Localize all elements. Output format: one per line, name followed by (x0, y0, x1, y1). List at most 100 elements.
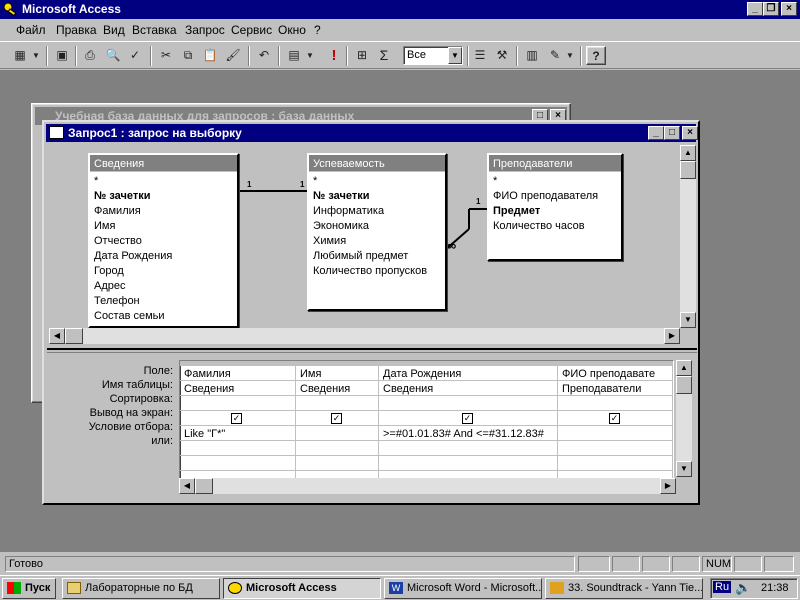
menu-query[interactable]: Запрос (185, 23, 225, 37)
field-khimiya[interactable]: Химия (313, 234, 441, 249)
field-zachetka[interactable]: № зачетки (94, 189, 233, 204)
minimize-button[interactable]: _ (747, 2, 763, 16)
grid-cell[interactable] (296, 427, 378, 441)
query-window-title-bar[interactable]: Запрос1 : запрос на выборку _ □ × (46, 124, 698, 142)
field-all[interactable]: * (493, 174, 617, 189)
new-object-dropdown-icon[interactable]: ▼ (564, 46, 576, 65)
field-ekonomika[interactable]: Экономика (313, 219, 441, 234)
grid-cell[interactable]: Фамилия (180, 367, 295, 381)
grid-row-or[interactable] (180, 442, 673, 456)
table-svedeniya[interactable]: Сведения * № зачетки Фамилия Имя Отчеств… (88, 153, 239, 328)
menu-file[interactable]: Файл (16, 23, 46, 37)
paste-icon[interactable]: 📋 (200, 46, 220, 65)
menu-help[interactable]: ? (314, 23, 321, 37)
help-icon[interactable]: ? (586, 46, 606, 65)
start-button[interactable]: Пуск (2, 578, 56, 599)
field-birth-date[interactable]: Дата Рождения (94, 249, 233, 264)
table-pane-vertical-scrollbar[interactable]: ▲ ▼ (680, 145, 696, 328)
table-prepodavateli[interactable]: Преподаватели * ФИО преподавателя Предме… (487, 153, 623, 261)
save-icon[interactable]: ▣ (52, 46, 72, 65)
design-grid[interactable]: Фамилия Имя Дата Рождения ФИО преподават… (179, 360, 674, 489)
language-indicator[interactable]: Ru (713, 581, 732, 593)
grid-cell[interactable]: Имя (296, 367, 378, 381)
menu-view[interactable]: Вид (103, 23, 125, 37)
table-uspevaemost-header[interactable]: Успеваемость (309, 155, 445, 172)
field-phone[interactable]: Телефон (94, 294, 233, 309)
query-close-button[interactable]: × (682, 126, 698, 140)
show-checkbox[interactable]: ✓ (462, 413, 473, 424)
show-table-icon[interactable]: ⊞ (352, 46, 372, 65)
scroll-right-icon[interactable]: ▶ (660, 478, 676, 494)
grid-cell[interactable]: Сведения (296, 382, 378, 396)
grid-cell[interactable]: Дата Рождения (379, 367, 557, 381)
query-maximize-button[interactable]: □ (664, 126, 680, 140)
task-lab-folder[interactable]: Лабораторные по БД (62, 578, 220, 599)
menu-edit[interactable]: Правка (56, 23, 97, 37)
grid-cell[interactable] (558, 427, 672, 441)
grid-row-empty[interactable] (180, 457, 673, 471)
scroll-thumb[interactable] (65, 328, 83, 344)
grid-cell[interactable]: Преподаватели (558, 382, 672, 396)
query-type-dropdown-icon[interactable]: ▼ (304, 46, 316, 65)
task-word[interactable]: W Microsoft Word - Microsoft... (384, 578, 542, 599)
undo-icon[interactable]: ↶ (254, 46, 274, 65)
scroll-right-icon[interactable]: ▶ (664, 328, 680, 344)
field-all[interactable]: * (313, 174, 441, 189)
grid-cell[interactable]: Like "Г*" (180, 427, 295, 441)
close-button[interactable]: × (781, 2, 797, 16)
show-checkbox[interactable]: ✓ (331, 413, 342, 424)
field-address[interactable]: Адрес (94, 279, 233, 294)
grid-cell[interactable]: ФИО преподавате (558, 367, 672, 381)
task-soundtrack[interactable]: 33. Soundtrack - Yann Tie... (545, 578, 703, 599)
field-family[interactable]: Состав семьи (94, 309, 233, 324)
print-preview-icon[interactable]: 🔍 (103, 46, 123, 65)
field-subject[interactable]: Предмет (493, 204, 617, 219)
field-all[interactable]: * (94, 174, 233, 189)
grid-horizontal-scrollbar[interactable]: ◀ ▶ (179, 478, 676, 494)
properties-icon[interactable]: ☰ (470, 46, 490, 65)
field-zachetka[interactable]: № зачетки (313, 189, 441, 204)
grid-vertical-scrollbar[interactable]: ▲ ▼ (676, 360, 692, 477)
cut-icon[interactable]: ✂ (156, 46, 176, 65)
database-window-icon[interactable]: ▥ (522, 46, 542, 65)
table-pane-horizontal-scrollbar[interactable]: ◀ ▶ (49, 328, 680, 344)
table-prepodavateli-header[interactable]: Преподаватели (489, 155, 621, 172)
task-access[interactable]: Microsoft Access (223, 578, 381, 599)
menu-tools[interactable]: Сервис (231, 23, 272, 37)
scroll-thumb[interactable] (680, 161, 696, 179)
print-icon[interactable]: ⎙ (80, 46, 100, 65)
restore-button[interactable]: ❐ (763, 2, 779, 16)
scroll-up-icon[interactable]: ▲ (680, 145, 696, 161)
field-favorite-subject[interactable]: Любимый предмет (313, 249, 441, 264)
grid-cell[interactable]: Сведения (379, 382, 557, 396)
field-familiya[interactable]: Фамилия (94, 204, 233, 219)
field-city[interactable]: Город (94, 264, 233, 279)
scroll-up-icon[interactable]: ▲ (676, 360, 692, 376)
table-uspevaemost[interactable]: Успеваемость * № зачетки Информатика Эко… (307, 153, 447, 311)
grid-row-sort[interactable] (180, 397, 673, 411)
spelling-icon[interactable]: ✓ (125, 46, 145, 65)
scroll-left-icon[interactable]: ◀ (49, 328, 65, 344)
menu-window[interactable]: Окно (278, 23, 306, 37)
combo-dropdown-icon[interactable]: ▼ (448, 47, 462, 64)
build-icon[interactable]: ⚒ (492, 46, 512, 65)
field-absences[interactable]: Количество пропусков (313, 264, 441, 279)
view-grid-icon[interactable]: ▦ (10, 46, 30, 65)
copy-icon[interactable]: ⧉ (178, 46, 198, 65)
field-informatika[interactable]: Информатика (313, 204, 441, 219)
scroll-down-icon[interactable]: ▼ (680, 312, 696, 328)
run-icon[interactable]: ! (324, 46, 344, 65)
format-painter-icon[interactable]: 🖌 (223, 46, 243, 65)
menu-insert[interactable]: Вставка (132, 23, 177, 37)
column-selector-row[interactable] (180, 361, 673, 366)
show-checkbox[interactable]: ✓ (609, 413, 620, 424)
field-hours[interactable]: Количество часов (493, 219, 617, 234)
grid-cell[interactable]: Сведения (180, 382, 295, 396)
scroll-left-icon[interactable]: ◀ (179, 478, 195, 494)
table-pane[interactable]: 1 1 1 ∞ Сведения * № зачетки Фамилия Имя… (49, 145, 671, 328)
field-otchestvo[interactable]: Отчество (94, 234, 233, 249)
field-teacher-name[interactable]: ФИО преподавателя (493, 189, 617, 204)
grid-cell[interactable]: >=#01.01.83# And <=#31.12.83# (379, 427, 557, 441)
table-svedeniya-header[interactable]: Сведения (90, 155, 237, 172)
query-window[interactable]: Запрос1 : запрос на выборку _ □ × 1 1 1 … (42, 120, 700, 505)
